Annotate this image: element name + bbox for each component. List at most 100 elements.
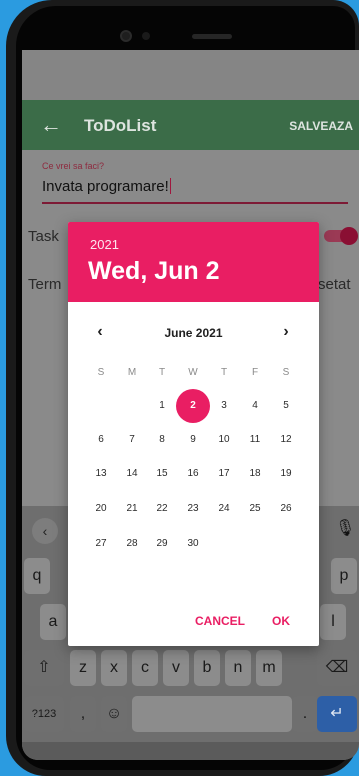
backspace-icon: ⌫ [325, 659, 349, 676]
header-selected-date: Wed, Jun 2 [88, 257, 220, 285]
weekday-label: T [220, 367, 228, 378]
emoji-key[interactable]: ☺ [101, 696, 127, 732]
calendar-day[interactable]: 9 [176, 423, 210, 457]
key-p[interactable]: p [331, 558, 357, 594]
date-picker-dialog: 2021 Wed, Jun 2 ‹ June 2021 › SMTWTFS 12… [68, 222, 319, 646]
sensor [142, 32, 150, 40]
calendar-day[interactable]: 8 [145, 423, 179, 457]
key-l-label: l [331, 613, 335, 630]
key-c[interactable]: c [132, 650, 158, 686]
app-bar: ← ToDoList SALVEAZA [22, 100, 359, 150]
key-v-label: v [172, 659, 180, 676]
emoji-icon: ☺ [105, 705, 123, 722]
calendar-day[interactable]: 26 [269, 492, 303, 526]
key-v[interactable]: v [163, 650, 189, 686]
calendar-day[interactable]: 14 [115, 457, 149, 491]
task-field-underline [42, 202, 348, 204]
calendar-day[interactable]: 15 [145, 457, 179, 491]
calendar-day[interactable]: 5 [269, 389, 303, 423]
key-a[interactable]: a [40, 604, 66, 640]
task-field-value: Invata programare! [42, 178, 169, 195]
task-field-input[interactable]: Invata programare! [42, 178, 171, 195]
key-q[interactable]: q [24, 558, 50, 594]
key-z[interactable]: z [70, 650, 96, 686]
calendar-day[interactable]: 13 [84, 457, 118, 491]
calendar-day[interactable]: 19 [269, 457, 303, 491]
symbols-key-label: ?123 [31, 708, 57, 720]
key-q-label: q [32, 567, 42, 584]
key-x-label: x [110, 659, 118, 676]
term-row-label: Term [28, 276, 62, 293]
key-period-label: . [302, 705, 308, 722]
calendar-day[interactable]: 16 [176, 457, 210, 491]
weekday-label: F [251, 367, 259, 378]
key-l[interactable]: l [320, 604, 346, 640]
calendar-day[interactable]: 10 [207, 423, 241, 457]
calendar-day[interactable]: 20 [84, 492, 118, 526]
calendar-day[interactable]: 29 [145, 527, 179, 561]
key-comma[interactable]: , [70, 696, 96, 732]
earpiece-speaker [192, 34, 232, 39]
shift-key[interactable]: ⇧ [24, 650, 64, 686]
calendar-day[interactable]: 30 [176, 527, 210, 561]
calendar-day[interactable]: 3 [207, 389, 241, 423]
calendar-day[interactable]: 25 [238, 492, 272, 526]
navigation-bar [22, 742, 359, 760]
calendar-day[interactable]: 7 [115, 423, 149, 457]
task-row-label: Task [28, 228, 59, 245]
key-n-label: n [233, 659, 243, 676]
key-x[interactable]: x [101, 650, 127, 686]
microphone-icon[interactable]: 🎙 [335, 518, 355, 542]
key-c-label: c [141, 659, 149, 676]
save-button[interactable]: SALVEAZA [289, 119, 353, 133]
key-b-label: b [202, 659, 212, 676]
calendar-day[interactable]: 21 [115, 492, 149, 526]
calendar-day[interactable]: 18 [238, 457, 272, 491]
enter-key[interactable]: ↵ [317, 696, 357, 732]
weekday-label: S [97, 367, 105, 378]
ok-button[interactable]: OK [272, 614, 290, 628]
calendar-day[interactable]: 24 [207, 492, 241, 526]
calendar-day[interactable]: 4 [238, 389, 272, 423]
space-key[interactable] [132, 696, 292, 732]
arrow-left-icon[interactable]: ← [40, 112, 62, 138]
calendar-day-selected[interactable]: 2 [176, 389, 210, 423]
calendar-day[interactable]: 27 [84, 527, 118, 561]
weekday-label: W [188, 367, 198, 378]
calendar-day[interactable]: 23 [176, 492, 210, 526]
app-title: ToDoList [84, 116, 157, 135]
term-row-value: setat [318, 276, 351, 293]
chevron-right-icon[interactable]: › [276, 322, 296, 342]
symbols-key[interactable]: ?123 [24, 696, 64, 732]
front-camera [120, 30, 132, 42]
calendar-day[interactable]: 22 [145, 492, 179, 526]
weekday-label: M [127, 367, 137, 378]
calendar-day[interactable]: 17 [207, 457, 241, 491]
key-a-label: a [48, 613, 58, 630]
task-switch-thumb[interactable] [340, 227, 358, 245]
calendar-day[interactable]: 1 [145, 389, 179, 423]
cancel-button[interactable]: CANCEL [195, 614, 245, 628]
calendar-day[interactable]: 6 [84, 423, 118, 457]
weekday-label: S [282, 367, 290, 378]
enter-icon: ↵ [330, 705, 344, 722]
calendar-day[interactable]: 28 [115, 527, 149, 561]
weekday-label: T [158, 367, 166, 378]
task-field-label: Ce vrei sa faci? [42, 161, 105, 171]
key-m-label: m [262, 659, 276, 676]
date-picker-header: 2021 Wed, Jun 2 [68, 222, 319, 302]
key-n[interactable]: n [225, 650, 251, 686]
key-m[interactable]: m [256, 650, 282, 686]
calendar-day[interactable]: 11 [238, 423, 272, 457]
chevron-left-icon[interactable]: ‹ [32, 518, 58, 544]
backspace-key[interactable]: ⌫ [317, 650, 357, 686]
key-p-label: p [339, 567, 349, 584]
text-caret [169, 178, 171, 194]
key-b[interactable]: b [194, 650, 220, 686]
key-period[interactable]: . [292, 696, 318, 732]
key-z-label: z [79, 659, 87, 676]
header-year[interactable]: 2021 [90, 237, 119, 252]
key-comma-label: , [80, 705, 86, 722]
shift-icon: ⇧ [37, 659, 51, 676]
calendar-day[interactable]: 12 [269, 423, 303, 457]
